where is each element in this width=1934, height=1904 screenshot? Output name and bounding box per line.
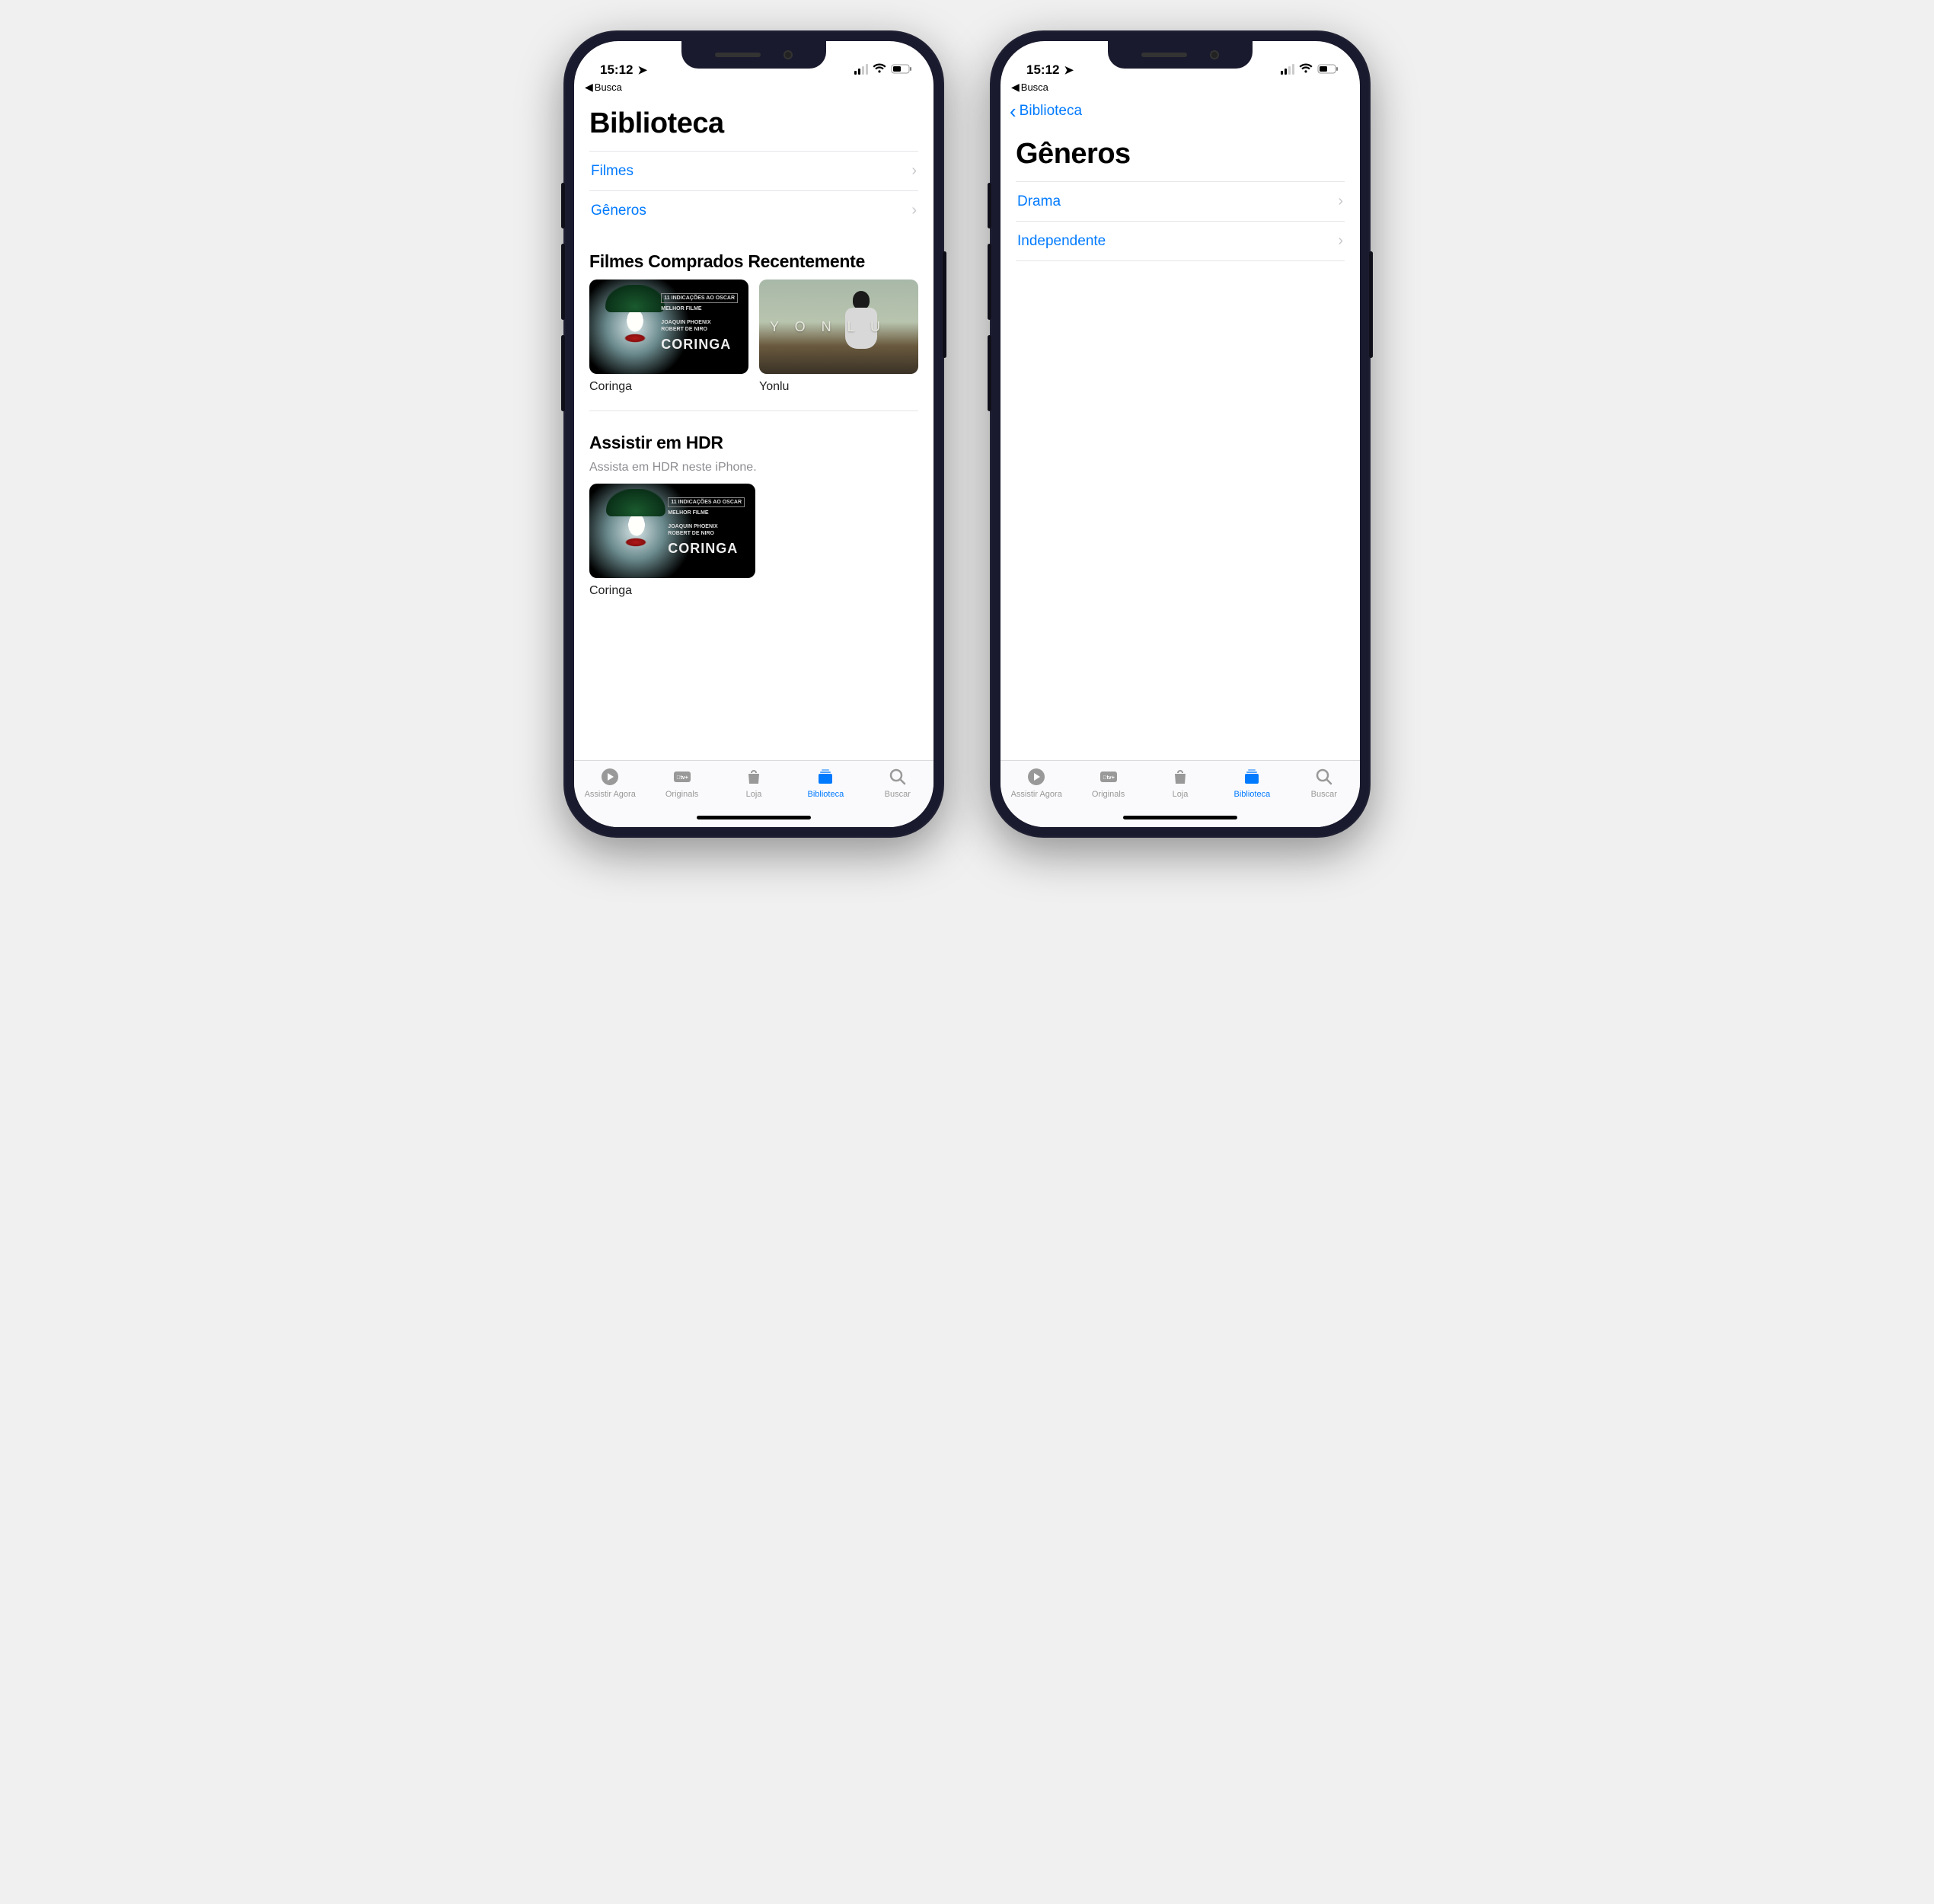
battery-icon (891, 62, 912, 78)
movie-poster: Y O N L U (759, 280, 918, 374)
chevron-right-icon: › (1338, 193, 1343, 210)
row-label: Drama (1017, 193, 1061, 210)
section-hdr: Assistir em HDR Assista em HDR neste iPh… (589, 433, 918, 598)
row-filmes[interactable]: Filmes › (589, 151, 918, 190)
chevron-left-icon: ◀ (585, 81, 593, 94)
chevron-left-icon: ‹ (1010, 101, 1016, 121)
tab-loja[interactable]: Loja (718, 767, 790, 799)
tab-label: Originals (665, 790, 698, 799)
movie-poster: 11 INDICAÇÕES AO OSCAR MELHOR FILME JOAQ… (589, 280, 748, 374)
tab-buscar[interactable]: Buscar (1288, 767, 1360, 799)
tab-originals[interactable]: tv+ Originals (1072, 767, 1144, 799)
battery-icon (1317, 62, 1339, 78)
tab-label: Assistir Agora (585, 790, 636, 799)
chevron-right-icon: › (911, 202, 917, 219)
tab-assistir-agora[interactable]: Assistir Agora (574, 767, 646, 799)
phone-right: 15:12 ➤ ◀ Busca ‹ Biblioteca (990, 30, 1371, 838)
movie-title: Coringa (589, 380, 748, 394)
tab-assistir-agora[interactable]: Assistir Agora (1001, 767, 1072, 799)
tab-label: Loja (746, 790, 762, 799)
nav-back-label: Biblioteca (1020, 103, 1082, 120)
page-title: Gêneros (1016, 138, 1345, 171)
status-time: 15:12 (600, 62, 633, 78)
row-drama[interactable]: Drama › (1016, 181, 1345, 221)
breadcrumb-label: Busca (1021, 81, 1048, 93)
wifi-icon (1299, 62, 1313, 78)
movie-title: Coringa (589, 584, 755, 598)
chevron-right-icon: › (911, 162, 917, 180)
tab-biblioteca[interactable]: Biblioteca (790, 767, 861, 799)
row-label: Gêneros (591, 203, 646, 219)
cellular-icon (1281, 65, 1294, 75)
svg-text:tv+: tv+ (676, 775, 688, 781)
breadcrumb-label: Busca (595, 81, 622, 93)
section-subtitle: Assista em HDR neste iPhone. (589, 461, 918, 474)
section-heading: Assistir em HDR (589, 433, 918, 453)
movie-card-coringa-hdr[interactable]: 11 INDICAÇÕES AO OSCAR MELHOR FILME JOAQ… (589, 484, 755, 598)
tab-loja[interactable]: Loja (1144, 767, 1216, 799)
row-label: Independente (1017, 233, 1106, 250)
tab-label: Biblioteca (808, 790, 844, 799)
tab-label: Buscar (1311, 790, 1337, 799)
tab-buscar[interactable]: Buscar (862, 767, 933, 799)
section-recent: Filmes Comprados Recentemente 11 INDICAÇ… (589, 251, 918, 394)
tab-label: Buscar (885, 790, 911, 799)
location-icon: ➤ (1064, 63, 1074, 77)
notch (1108, 41, 1253, 69)
nav-back-button[interactable]: ‹ Biblioteca (1010, 101, 1082, 121)
tab-originals[interactable]: tv+ Originals (646, 767, 717, 799)
tab-label: Loja (1173, 790, 1189, 799)
chevron-right-icon: › (1338, 232, 1343, 250)
section-heading: Filmes Comprados Recentemente (589, 251, 918, 272)
row-generos[interactable]: Gêneros › (589, 190, 918, 230)
movie-card-coringa[interactable]: 11 INDICAÇÕES AO OSCAR MELHOR FILME JOAQ… (589, 280, 748, 394)
phone-left: 15:12 ➤ ◀ Busca Biblioteca Filmes › (563, 30, 944, 838)
home-indicator[interactable] (1123, 816, 1237, 819)
tab-label: Biblioteca (1234, 790, 1271, 799)
movie-title: Yonlu (759, 380, 918, 394)
breadcrumb-back[interactable]: ◀ Busca (1001, 79, 1360, 94)
cellular-icon (854, 65, 868, 75)
home-indicator[interactable] (697, 816, 811, 819)
status-time: 15:12 (1026, 62, 1059, 78)
breadcrumb-back[interactable]: ◀ Busca (574, 79, 933, 94)
chevron-left-icon: ◀ (1011, 81, 1020, 94)
movie-poster: 11 INDICAÇÕES AO OSCAR MELHOR FILME JOAQ… (589, 484, 755, 578)
tab-biblioteca[interactable]: Biblioteca (1216, 767, 1288, 799)
wifi-icon (873, 62, 886, 78)
tab-label: Assistir Agora (1011, 790, 1062, 799)
page-title: Biblioteca (589, 107, 918, 140)
notch (681, 41, 826, 69)
row-independente[interactable]: Independente › (1016, 221, 1345, 261)
movie-card-yonlu[interactable]: Y O N L U Yonlu (759, 280, 918, 394)
tab-label: Originals (1092, 790, 1125, 799)
svg-text:tv+: tv+ (1103, 775, 1115, 781)
location-icon: ➤ (637, 63, 647, 77)
row-label: Filmes (591, 163, 633, 180)
